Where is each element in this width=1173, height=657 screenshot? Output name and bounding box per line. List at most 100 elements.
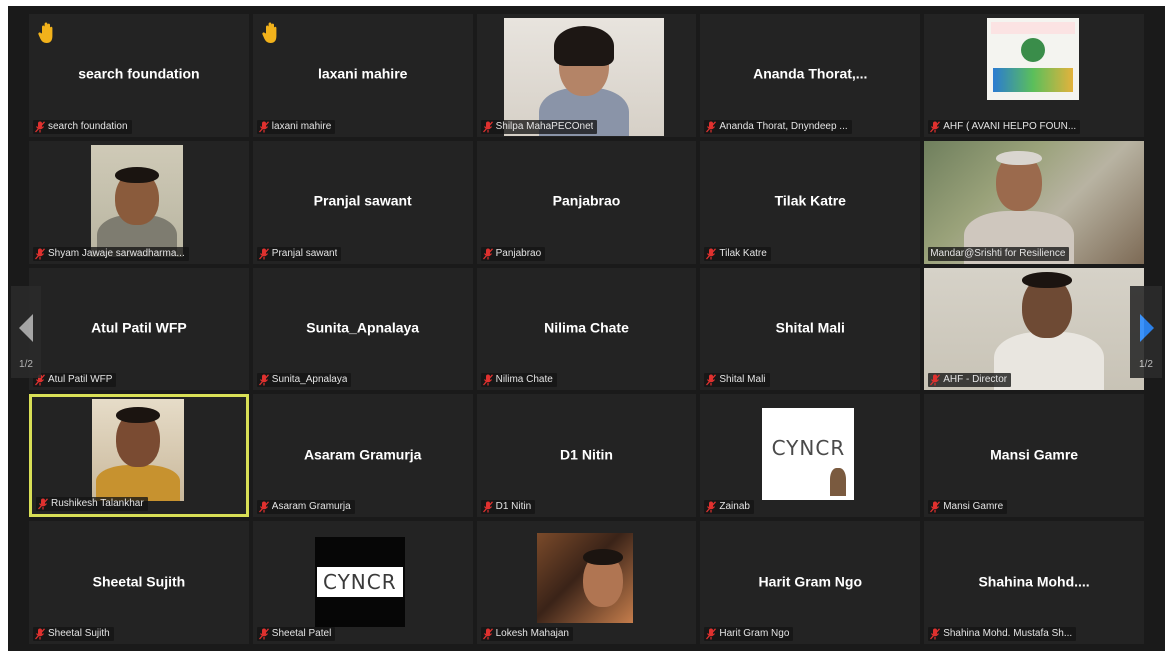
person-hair bbox=[1022, 271, 1073, 288]
participant-name-tag: Mandar@Srishti for Resilience bbox=[928, 246, 1070, 261]
participant-name-label: AHF - Director bbox=[943, 374, 1008, 386]
participant-tile-ahf-avani-helpo-foun[interactable]: AHF ( AVANI HELPO FOUN... bbox=[924, 14, 1144, 137]
person-hair bbox=[996, 150, 1043, 165]
participant-tile-search-foundation[interactable]: search foundation search foundation bbox=[29, 14, 249, 137]
participant-name-tag: Zainab bbox=[704, 500, 754, 515]
participant-name-tag: Panjabrao bbox=[480, 246, 546, 261]
participant-video bbox=[503, 18, 664, 136]
participant-name-label: Mansi Gamre bbox=[943, 501, 1004, 513]
person-hair bbox=[115, 166, 159, 183]
participant-name-label: Sunita_Apnalaya bbox=[271, 374, 348, 386]
participant-tile-laxani-mahire[interactable]: laxani mahire laxani mahire bbox=[252, 14, 473, 137]
participant-tile-shital-mali[interactable]: Shital Mali Shital Mali bbox=[700, 267, 921, 391]
microphone-muted-icon bbox=[930, 374, 941, 386]
participant-tile-mandar-srishti-for-resilience[interactable]: Mandar@Srishti for Resilience bbox=[924, 140, 1144, 264]
participant-tile-ananda-thorat-dnyndeep[interactable]: Ananda Thorat,... Ananda Thorat, Dnyndeep… bbox=[700, 14, 921, 137]
cyncr-logo-text: CYNCR bbox=[322, 570, 397, 595]
participant-display-name: search foundation bbox=[78, 65, 200, 82]
participant-name-label: Asaram Gramurja bbox=[271, 501, 351, 513]
page-indicator-left: 1/2 bbox=[19, 359, 33, 370]
ahf-logo-strip bbox=[993, 68, 1074, 92]
gallery-view-window: search foundation search foundation laxani… bbox=[8, 6, 1165, 651]
participant-video: CYNCR bbox=[762, 408, 855, 501]
person-hair bbox=[582, 549, 623, 566]
participant-name-tag: Shital Mali bbox=[704, 373, 770, 388]
microphone-muted-icon bbox=[35, 628, 45, 640]
participant-name-label: Pranjal sawant bbox=[271, 247, 338, 259]
participant-tile-harit-gram-ngo[interactable]: Harit Gram Ngo Harit Gram Ngo bbox=[700, 521, 921, 644]
person-hair bbox=[116, 407, 160, 424]
participant-tile-atul-patil-wfp[interactable]: Atul Patil WFP Atul Patil WFP bbox=[29, 267, 249, 391]
next-page-button[interactable]: 1/2 bbox=[1130, 286, 1162, 378]
participant-name-tag: Sheetal Sujith bbox=[33, 627, 114, 641]
microphone-muted-icon bbox=[258, 121, 269, 133]
ahf-logo-emblem bbox=[1021, 38, 1046, 62]
participant-tile-pranjal-sawant[interactable]: Pranjal sawant Pranjal sawant bbox=[252, 140, 473, 264]
participant-tile-d1-nitin[interactable]: D1 Nitin D1 Nitin bbox=[476, 394, 697, 518]
participant-tile-tilak-katre[interactable]: Tilak Katre Tilak Katre bbox=[700, 140, 921, 264]
participant-tile-sheetal-sujith[interactable]: Sheetal Sujith Sheetal Sujith bbox=[29, 521, 249, 644]
microphone-muted-icon bbox=[258, 374, 269, 386]
participant-name-label: Shahina Mohd. Mustafa Sh... bbox=[943, 628, 1073, 639]
microphone-muted-icon bbox=[258, 501, 269, 513]
previous-page-button[interactable]: 1/2 bbox=[11, 286, 41, 378]
participant-display-name: Harit Gram Ngo bbox=[758, 572, 863, 589]
participant-tile-shahina-mohd-mustafa-sh[interactable]: Shahina Mohd.... Shahina Mohd. Mustafa Sh… bbox=[924, 521, 1144, 644]
participant-tile-asaram-gramurja[interactable]: Asaram Gramurja Asaram Gramurja bbox=[252, 394, 473, 518]
participant-tile-nilima-chate[interactable]: Nilima Chate Nilima Chate bbox=[476, 267, 697, 391]
person-shoulders bbox=[96, 465, 180, 502]
participant-tile-rushikesh-talankhar[interactable]: Rushikesh Talankhar bbox=[29, 394, 249, 518]
participant-tile-shyam-jawaje-sarwadharma[interactable]: Shyam Jawaje sarwadharma... bbox=[29, 140, 249, 264]
participant-name-tag: Atul Patil WFP bbox=[33, 373, 117, 388]
microphone-muted-icon bbox=[258, 628, 269, 640]
page-indicator-right: 1/2 bbox=[1139, 359, 1153, 370]
participant-name-tag: Shyam Jawaje sarwadharma... bbox=[33, 246, 189, 261]
participant-tile-mansi-gamre[interactable]: Mansi Gamre Mansi Gamre bbox=[924, 394, 1144, 518]
participant-name-tag: Lokesh Mahajan bbox=[480, 627, 573, 641]
participant-name-tag: Harit Gram Ngo bbox=[704, 627, 794, 641]
microphone-muted-icon bbox=[38, 498, 48, 510]
participant-tile-sheetal-patel[interactable]: CYNCR Sheetal Patel bbox=[252, 521, 473, 644]
participant-video bbox=[987, 18, 1080, 100]
participant-display-name: Sheetal Sujith bbox=[92, 572, 186, 589]
participant-name-label: Lokesh Mahajan bbox=[495, 628, 569, 639]
participant-name-label: Mandar@Srishti for Resilience bbox=[930, 247, 1066, 259]
participant-name-label: D1 Nitin bbox=[495, 501, 532, 513]
raised-hand-icon bbox=[37, 21, 57, 45]
participant-display-name: Shital Mali bbox=[775, 319, 845, 336]
microphone-muted-icon bbox=[930, 628, 941, 640]
microphone-muted-icon bbox=[482, 247, 493, 260]
microphone-muted-icon bbox=[35, 121, 45, 133]
participant-name-label: Panjabrao bbox=[495, 247, 542, 259]
participant-tile-shilpa-mahapeconet[interactable]: Shilpa MahaPECOnet bbox=[476, 14, 697, 137]
microphone-muted-icon bbox=[930, 501, 941, 513]
microphone-muted-icon bbox=[482, 121, 493, 133]
participant-name-tag: Tilak Katre bbox=[704, 246, 771, 261]
participant-name-tag: Shilpa MahaPECOnet bbox=[480, 119, 598, 134]
participant-display-name: laxani mahire bbox=[317, 65, 408, 82]
participant-name-tag: laxani mahire bbox=[256, 119, 336, 134]
participant-tile-panjabrao[interactable]: Panjabrao Panjabrao bbox=[476, 140, 697, 264]
participant-tile-lokesh-mahajan[interactable]: Lokesh Mahajan bbox=[476, 521, 697, 644]
participant-name-label: Atul Patil WFP bbox=[48, 374, 113, 386]
participant-video bbox=[924, 140, 1144, 264]
participant-name-label: laxani mahire bbox=[271, 120, 332, 132]
participant-video bbox=[92, 399, 184, 502]
ahf-logo-banner bbox=[991, 22, 1076, 34]
cyncr-logo-figure bbox=[830, 468, 847, 497]
participant-name-tag: D1 Nitin bbox=[480, 500, 536, 515]
arrow-left-icon bbox=[19, 314, 33, 342]
microphone-muted-icon bbox=[482, 628, 493, 640]
participant-display-name: Sunita_Apnalaya bbox=[306, 319, 420, 336]
cyncr-logo-text: CYNCR bbox=[771, 436, 846, 461]
microphone-muted-icon bbox=[706, 628, 717, 640]
participant-video bbox=[536, 533, 633, 624]
participant-name-tag: search foundation bbox=[33, 119, 132, 134]
participant-tile-sunita-apnalaya[interactable]: Sunita_Apnalaya Sunita_Apnalaya bbox=[252, 267, 473, 391]
participant-display-name: Pranjal sawant bbox=[313, 192, 412, 209]
participant-display-name: Mansi Gamre bbox=[990, 446, 1079, 463]
participant-display-name: Tilak Katre bbox=[774, 192, 846, 209]
participant-name-tag: Asaram Gramurja bbox=[256, 500, 355, 515]
participant-tile-ahf-director[interactable]: AHF - Director bbox=[924, 267, 1144, 391]
participant-tile-zainab[interactable]: CYNCR Zainab bbox=[700, 394, 921, 518]
